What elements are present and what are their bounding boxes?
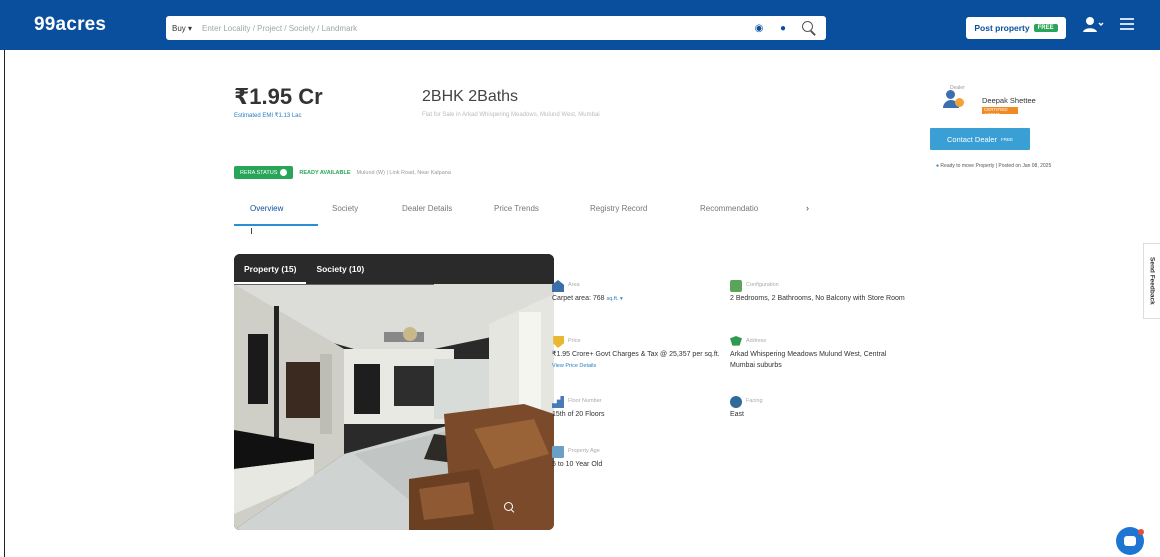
tabs-next-chevron-icon[interactable]: ›: [806, 198, 809, 226]
configuration-icon: [730, 280, 742, 292]
post-property-button[interactable]: Post property FREE: [966, 17, 1066, 39]
location-icon[interactable]: ◉: [752, 21, 766, 35]
property-subtitle: Flat for Sale in Arkad Whispering Meadow…: [422, 112, 600, 118]
zoom-icon[interactable]: [502, 500, 516, 514]
search-input[interactable]: Enter Locality / Project / Society / Lan…: [202, 24, 752, 33]
dealer-role: Dealer: [950, 85, 965, 91]
hamburger-menu-icon[interactable]: [1120, 18, 1134, 30]
dealer-avatar: [940, 88, 964, 112]
text-cursor: [251, 228, 252, 234]
rera-status-badge[interactable]: RERA STATUS: [234, 166, 294, 179]
detail-age-label: Property Age: [568, 448, 600, 454]
gallery-tab-property[interactable]: Property (15): [234, 254, 307, 284]
detail-price-label: Price: [568, 338, 581, 344]
gallery-tabs: Property (15) Society (10): [234, 254, 434, 284]
post-property-label: Post property: [974, 23, 1030, 33]
property-address-line: Mulund (W) | Link Road, Near Kalpana: [356, 169, 451, 176]
detail-address-value: Arkad Whispering Meadows Mulund West, Ce…: [730, 351, 887, 369]
property-tabs: Overview Society Dealer Details Price Tr…: [234, 198, 814, 226]
tab-registry-record[interactable]: Registry Record: [576, 198, 686, 226]
search-icon[interactable]: [800, 19, 818, 37]
detail-age-value: 5 to 10 Year Old: [552, 461, 603, 468]
brand-logo[interactable]: 99acres: [34, 14, 106, 36]
chat-icon: [1124, 536, 1136, 546]
detail-floor-value: 15th of 20 Floors: [552, 411, 605, 418]
availability-status: READY AVAILABLE: [299, 169, 351, 176]
lightbulb-icon: [955, 98, 964, 107]
search-bar[interactable]: Buy ▾ Enter Locality / Project / Society…: [166, 16, 826, 40]
view-price-details-link[interactable]: View Price Details: [552, 363, 596, 369]
gallery-tab-society[interactable]: Society (10): [306, 254, 374, 284]
tab-recommendations[interactable]: Recommendatio: [686, 198, 806, 226]
top-navbar: 99acres Buy ▾ Enter Locality / Project /…: [0, 0, 1160, 50]
notification-dot: [1138, 529, 1144, 535]
address-icon: [730, 336, 742, 346]
property-configuration-title: 2BHK 2Baths: [422, 88, 519, 105]
detail-area-label: Area: [568, 282, 580, 288]
detail-facing-label: Facing: [746, 398, 763, 404]
area-unit-dropdown[interactable]: sq.ft. ▾: [607, 296, 623, 302]
property-price: ₹1.95 Cr: [234, 84, 323, 109]
chat-bubble-button[interactable]: [1116, 527, 1144, 555]
page-left-border: [4, 50, 5, 557]
dealer-name[interactable]: Deepak Shettee: [982, 96, 1036, 105]
property-photo-gallery[interactable]: Property (15) Society (10): [234, 254, 554, 530]
detail-address-label: Address: [746, 338, 767, 344]
microphone-icon[interactable]: ●: [776, 21, 790, 35]
detail-configuration-label: Configuration: [746, 282, 779, 288]
detail-area-value: Carpet area: 768 sq.ft. ▾: [552, 295, 623, 302]
dealer-badge: CERTIFIED AGENT: [982, 107, 1018, 117]
tab-price-trends[interactable]: Price Trends: [480, 198, 576, 226]
check-icon: ●: [936, 163, 940, 169]
property-photo: [234, 254, 554, 530]
search-type-dropdown[interactable]: Buy ▾: [166, 24, 202, 33]
status-row: RERA STATUS READY AVAILABLE Mulund (W) |…: [234, 166, 451, 179]
detail-facing-value: East: [730, 411, 745, 418]
info-icon: [280, 169, 288, 176]
user-account-icon[interactable]: [1082, 15, 1104, 35]
listing-meta: ● Ready to move Property | Posted on Jan…: [936, 163, 1052, 169]
detail-floor-label: Floor Number: [568, 398, 602, 404]
tab-dealer-details[interactable]: Dealer Details: [388, 198, 480, 226]
free-badge: FREE: [1033, 24, 1058, 32]
tab-overview[interactable]: Overview: [234, 198, 318, 226]
tab-society[interactable]: Society: [318, 198, 388, 226]
contact-dealer-button[interactable]: Contact Dealer FREE: [930, 128, 1030, 150]
emi-link[interactable]: Estimated EMI ₹1.13 Lac: [234, 112, 302, 119]
detail-price-value: ₹1.95 Crore+ Govt Charges & Tax @ 25,357…: [552, 351, 720, 369]
gallery-tab-divider: [234, 284, 434, 285]
compass-icon: [730, 396, 742, 408]
send-feedback-tab[interactable]: Send Feedback: [1143, 243, 1160, 319]
calendar-icon: [552, 446, 564, 458]
detail-configuration-value: 2 Bedrooms, 2 Bathrooms, No Balcony with…: [730, 295, 905, 302]
